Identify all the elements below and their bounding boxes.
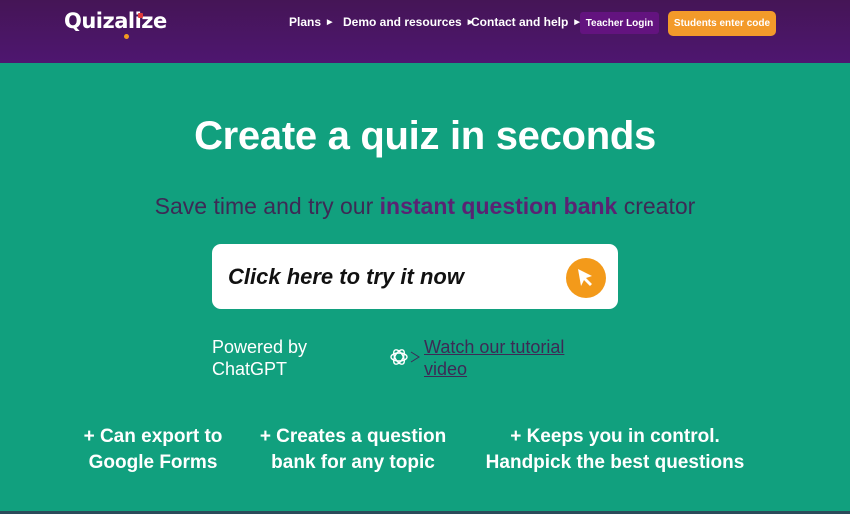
nav-demo-and-resources[interactable]: Demo and resources ▶ <box>343 15 473 29</box>
subtitle-text: Save time and try our <box>154 193 380 219</box>
nav-demo-label: Demo and resources <box>343 15 462 29</box>
feature-line: + Keeps you in control. <box>510 426 720 447</box>
feature-line: bank for any topic <box>271 452 435 473</box>
play-icon <box>410 351 420 363</box>
caret-right-icon: ▶ <box>327 19 333 26</box>
cursor-arrow-icon <box>566 258 606 298</box>
hero-title: Create a quiz in seconds <box>194 114 656 158</box>
feature-line: + Creates a question <box>259 426 447 447</box>
chatgpt-icon <box>390 349 408 365</box>
feature-line: Handpick the best questions <box>485 452 745 473</box>
nav-plans[interactable]: Plans ▶ <box>289 15 332 29</box>
watch-tutorial-video-link[interactable]: Watch our tutorial video <box>424 336 604 380</box>
logo-dot-orange <box>124 34 129 39</box>
nav-contact-and-help[interactable]: Contact and help ▶ <box>471 15 580 29</box>
top-navbar: Quizalize Plans ▶ Demo and resources ▶ Con… <box>0 0 850 63</box>
powered-line-2: ChatGPT <box>212 359 288 379</box>
hero-subtitle: Save time and try our instant question b… <box>0 193 850 220</box>
powered-by-chatgpt: Powered by ChatGPT <box>212 336 307 380</box>
feature-line: + Can export to <box>83 426 223 447</box>
logo-dot-red <box>138 13 143 18</box>
nav-plans-label: Plans <box>289 15 322 29</box>
subtitle-highlight: instant question bank <box>379 193 618 219</box>
quizalize-logo[interactable]: Quizalize <box>64 9 167 39</box>
nav-contact-label: Contact and help <box>471 15 569 29</box>
feature-line: Google Forms <box>88 452 218 473</box>
subtitle-text-end: creator <box>617 193 696 219</box>
try-it-now-button[interactable]: Click here to try it now <box>212 244 618 309</box>
feature-keeps-control: + Keeps you in control. Handpick the bes… <box>470 424 760 476</box>
caret-right-icon: ▶ <box>574 19 580 26</box>
students-enter-code-button[interactable]: Students enter code <box>668 11 776 36</box>
teacher-login-button[interactable]: Teacher Login <box>580 12 659 34</box>
logo-text: Quizalize <box>64 9 167 33</box>
cta-label: Click here to try it now <box>228 264 464 289</box>
feature-question-bank: + Creates a question bank for any topic <box>250 424 456 476</box>
powered-line-1: Powered by <box>212 337 308 357</box>
feature-export-google-forms: + Can export to Google Forms <box>72 424 234 476</box>
